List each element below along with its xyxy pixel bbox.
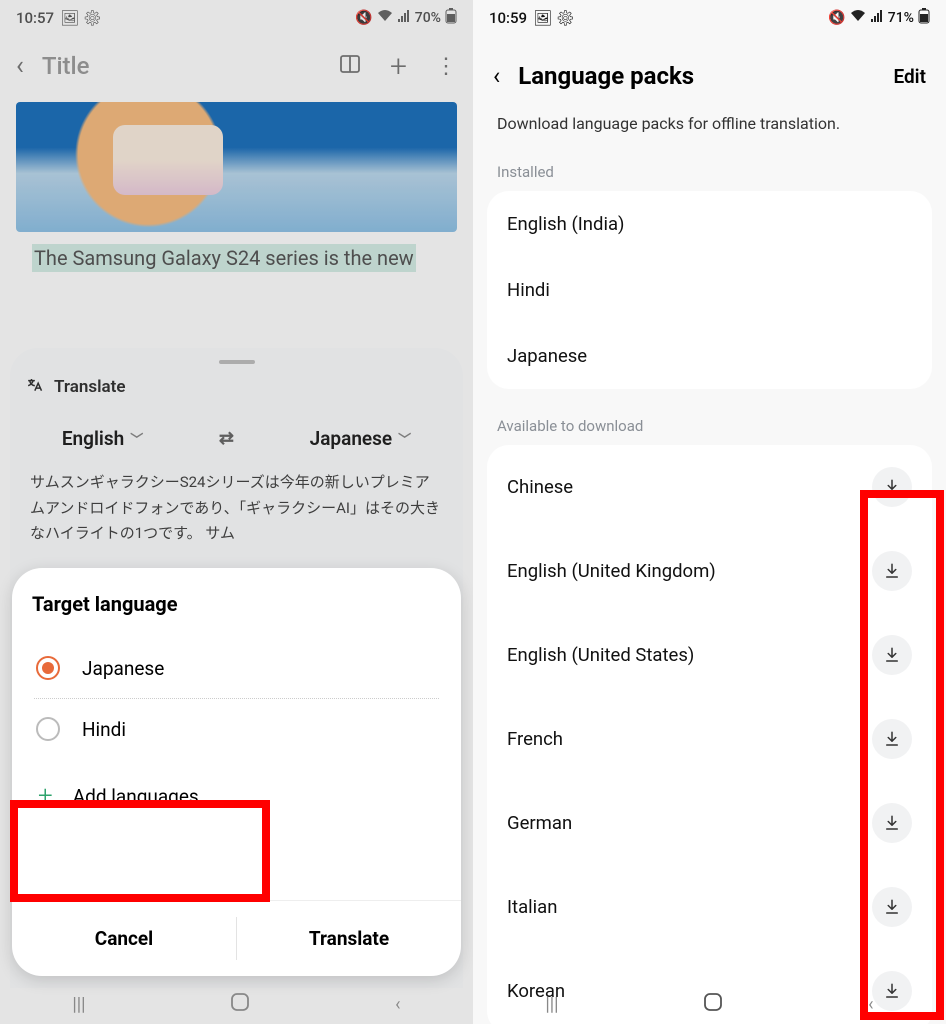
lang-name: Chinese bbox=[507, 476, 573, 498]
target-language: Japanese bbox=[310, 427, 393, 450]
selected-text[interactable]: The Samsung Galaxy S24 series is the new bbox=[32, 244, 416, 272]
add-icon[interactable]: + bbox=[390, 49, 407, 84]
lang-option-hindi[interactable]: Hindi bbox=[32, 699, 441, 759]
status-time: 10:59 bbox=[489, 9, 527, 27]
wifi-icon bbox=[850, 9, 866, 27]
annotation-highlight bbox=[860, 490, 944, 1020]
lang-option-label: Hindi bbox=[82, 718, 126, 741]
lang-name: German bbox=[507, 812, 572, 834]
status-time: 10:57 bbox=[16, 9, 54, 27]
translate-label: Translate bbox=[54, 377, 125, 397]
installed-item[interactable]: Japanese bbox=[487, 323, 932, 389]
battery-text: 70% bbox=[415, 10, 441, 26]
section-available-label: Available to download bbox=[473, 409, 946, 445]
lang-option-label: Japanese bbox=[82, 657, 164, 680]
signal-icon bbox=[397, 10, 411, 26]
lang-name: Hindi bbox=[507, 279, 550, 301]
installed-list: English (India) Hindi Japanese bbox=[487, 191, 932, 389]
annotation-highlight bbox=[10, 800, 270, 902]
back-nav-icon[interactable]: ‹ bbox=[395, 994, 400, 1015]
lang-name: Japanese bbox=[507, 345, 587, 367]
app-header: ‹ Title + ⋮ bbox=[0, 36, 473, 96]
lang-name: French bbox=[507, 728, 563, 750]
lang-name: English (United States) bbox=[507, 644, 694, 666]
translate-icon bbox=[24, 374, 44, 399]
page-header: ‹ Language packs Edit bbox=[473, 36, 946, 100]
signal-icon bbox=[870, 10, 884, 26]
source-language: English bbox=[62, 427, 124, 450]
nav-bar: ||| ‹ bbox=[0, 984, 473, 1024]
battery-icon bbox=[918, 8, 930, 28]
mute-icon: 🔇 bbox=[355, 10, 372, 26]
wifi-icon bbox=[377, 9, 393, 27]
cancel-button[interactable]: Cancel bbox=[12, 901, 236, 976]
home-icon[interactable] bbox=[703, 992, 723, 1017]
page-subtitle: Download language packs for offline tran… bbox=[473, 100, 946, 155]
translation-output: サムスンギャラクシーS24シリーズは今年の新しいプレミアムアンドロイドフォンであ… bbox=[24, 470, 449, 547]
reader-icon[interactable] bbox=[338, 52, 362, 80]
chevron-down-icon: ﹀ bbox=[130, 429, 143, 448]
chevron-down-icon: ﹀ bbox=[398, 429, 411, 448]
target-card-title: Target language bbox=[32, 592, 441, 616]
back-icon[interactable]: ‹ bbox=[16, 51, 24, 81]
page-title: Language packs bbox=[518, 62, 883, 90]
status-bar: 10:57 🖼 ⚙ 🔇 70% bbox=[0, 0, 473, 36]
hero-image bbox=[16, 102, 457, 232]
installed-item[interactable]: Hindi bbox=[487, 257, 932, 323]
status-bar: 10:59 🖼 ⚙ 🔇 71% bbox=[473, 0, 946, 36]
status-icons-left: 🖼 ⚙ bbox=[60, 9, 102, 27]
source-language-select[interactable]: English ﹀ bbox=[62, 427, 143, 450]
recents-icon[interactable]: ||| bbox=[545, 994, 558, 1015]
target-language-select[interactable]: Japanese ﹀ bbox=[310, 427, 412, 450]
recents-icon[interactable]: ||| bbox=[72, 994, 85, 1015]
radio-checked-icon bbox=[36, 656, 60, 680]
back-icon[interactable]: ‹ bbox=[485, 62, 508, 90]
status-icons-left: 🖼 ⚙ bbox=[533, 9, 575, 27]
sheet-grabber[interactable] bbox=[219, 360, 255, 364]
page-title: Title bbox=[42, 52, 320, 80]
lang-name: Italian bbox=[507, 896, 557, 918]
mute-icon: 🔇 bbox=[828, 10, 845, 26]
battery-icon bbox=[445, 8, 457, 28]
target-language-card: Target language Japanese Hindi + Add lan… bbox=[12, 568, 461, 976]
installed-item[interactable]: English (India) bbox=[487, 191, 932, 257]
more-icon[interactable]: ⋮ bbox=[435, 54, 457, 79]
lang-name: English (United Kingdom) bbox=[507, 560, 716, 582]
swap-icon[interactable]: ⇄ bbox=[219, 428, 234, 449]
home-icon[interactable] bbox=[230, 992, 250, 1017]
translate-button[interactable]: Translate bbox=[237, 901, 461, 976]
section-installed-label: Installed bbox=[473, 155, 946, 191]
edit-button[interactable]: Edit bbox=[893, 65, 926, 88]
lang-option-japanese[interactable]: Japanese bbox=[32, 638, 441, 698]
lang-name: English (India) bbox=[507, 213, 624, 235]
radio-unchecked-icon bbox=[36, 717, 60, 741]
battery-text: 71% bbox=[888, 10, 914, 26]
